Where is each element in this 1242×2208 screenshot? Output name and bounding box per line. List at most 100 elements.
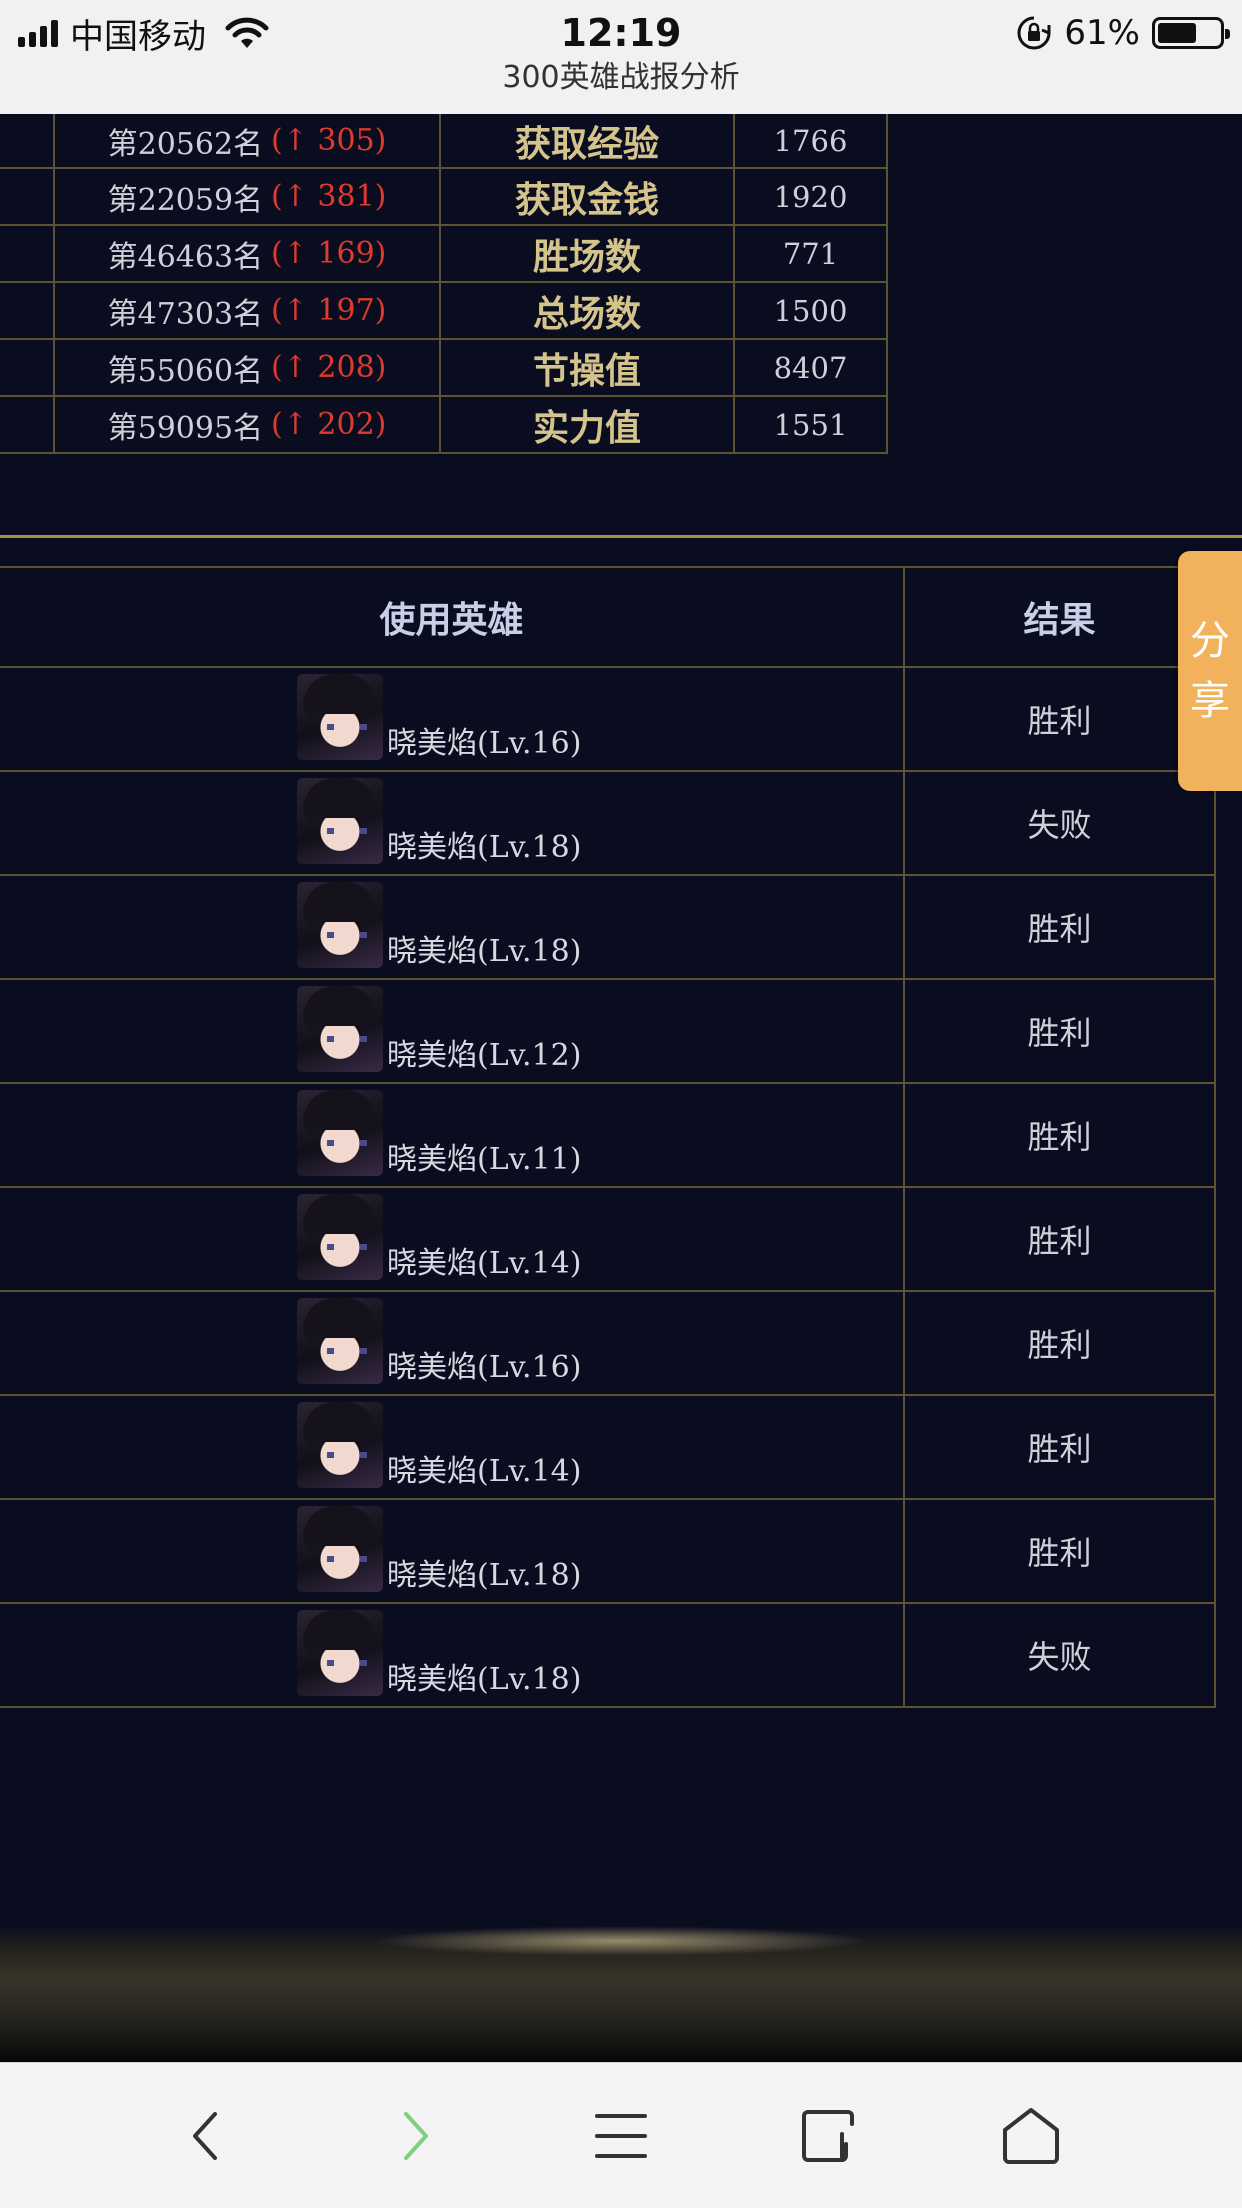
section-divider (0, 535, 1242, 538)
rank-position: 第59095名 (↑ 202) (55, 397, 441, 452)
match-row[interactable]: 晓美焰(Lv.16) 胜利 (0, 1292, 1216, 1396)
hero-name: 晓美焰(Lv.11) (387, 1142, 582, 1177)
stat-label: 获取经验 (441, 114, 735, 167)
match-row[interactable]: 晓美焰(Lv.16) 胜利 (0, 668, 1216, 772)
menu-icon (595, 2114, 647, 2158)
forward-icon (404, 2112, 428, 2160)
hero-avatar (297, 1610, 383, 1696)
hero-cell: 晓美焰(Lv.18) (0, 876, 905, 978)
hero-name: 晓美焰(Lv.18) (387, 1558, 582, 1593)
hero-cell: 晓美焰(Lv.18) (0, 1500, 905, 1602)
ranking-cell-blank (0, 226, 55, 281)
rank-text: 第55060名 (107, 353, 264, 389)
match-result: 失败 (905, 772, 1216, 874)
hero-info: 晓美焰(Lv.18) (297, 878, 581, 978)
rank-text: 第22059名 (107, 182, 264, 218)
forward-button[interactable] (369, 2091, 459, 2181)
match-result: 胜利 (905, 1396, 1216, 1498)
rank-change: (↑ 202) (271, 407, 387, 442)
match-result: 胜利 (905, 1292, 1216, 1394)
hero-cell: 晓美焰(Lv.12) (0, 980, 905, 1082)
rank-position: 第46463名 (↑ 169) (55, 226, 441, 281)
hero-avatar (297, 882, 383, 968)
rank-change: (↑ 208) (271, 350, 387, 385)
hero-info: 晓美焰(Lv.18) (297, 1606, 581, 1706)
rank-change: (↑ 381) (271, 179, 387, 214)
ranking-row: 第47303名 (↑ 197) 总场数 1500 (0, 283, 888, 340)
ranking-row: 第22059名 (↑ 381) 获取金钱 1920 (0, 169, 888, 226)
hero-name: 晓美焰(Lv.18) (387, 830, 582, 865)
hero-name: 晓美焰(Lv.16) (387, 1350, 582, 1385)
rank-change: (↑ 197) (271, 293, 387, 328)
hero-avatar (297, 1298, 383, 1384)
back-button[interactable] (162, 2091, 252, 2181)
match-row[interactable]: 晓美焰(Lv.18) 失败 (0, 1604, 1216, 1708)
battery-percent: 61% (1064, 13, 1140, 53)
match-history-table: 使用英雄 结果 晓美焰(Lv.16) 胜利 晓美焰(Lv.18) 失败 晓美焰(… (0, 566, 1216, 1708)
hero-avatar (297, 1194, 383, 1280)
ranking-table: 第20562名 (↑ 305) 获取经验 1766 第22059名 (↑ 381) … (0, 114, 888, 454)
rank-position: 第20562名 (↑ 305) (55, 114, 441, 167)
home-button[interactable] (986, 2091, 1076, 2181)
match-row[interactable]: 晓美焰(Lv.14) 胜利 (0, 1188, 1216, 1292)
hero-avatar (297, 1402, 383, 1488)
hero-avatar (297, 674, 383, 760)
hero-cell: 晓美焰(Lv.14) (0, 1396, 905, 1498)
stat-value: 1551 (735, 397, 888, 452)
match-result: 胜利 (905, 1500, 1216, 1602)
stat-value: 8407 (735, 340, 888, 395)
hero-name: 晓美焰(Lv.14) (387, 1246, 582, 1281)
share-label-1: 分 (1190, 618, 1230, 664)
share-button[interactable]: 分 享 (1178, 551, 1242, 791)
hero-avatar (297, 1090, 383, 1176)
rotation-lock-icon (1017, 16, 1051, 50)
match-result: 失败 (905, 1604, 1216, 1706)
match-result: 胜利 (905, 668, 1216, 770)
hero-name: 晓美焰(Lv.12) (387, 1038, 582, 1073)
hero-info: 晓美焰(Lv.11) (297, 1086, 581, 1186)
rank-change: (↑ 305) (271, 123, 387, 158)
match-row[interactable]: 晓美焰(Lv.12) 胜利 (0, 980, 1216, 1084)
tabs-icon (802, 2110, 854, 2162)
tabs-button[interactable] (783, 2091, 873, 2181)
rank-position: 第22059名 (↑ 381) (55, 169, 441, 224)
stat-value: 1920 (735, 169, 888, 224)
rank-position: 第55060名 (↑ 208) (55, 340, 441, 395)
match-row[interactable]: 晓美焰(Lv.18) 胜利 (0, 876, 1216, 980)
hero-name: 晓美焰(Lv.14) (387, 1454, 582, 1489)
header-result: 结果 (905, 568, 1216, 666)
ranking-row: 第55060名 (↑ 208) 节操值 8407 (0, 340, 888, 397)
hero-name: 晓美焰(Lv.16) (387, 726, 582, 761)
match-row[interactable]: 晓美焰(Lv.18) 失败 (0, 772, 1216, 876)
ranking-row: 第46463名 (↑ 169) 胜场数 771 (0, 226, 888, 283)
rank-text: 第46463名 (107, 239, 264, 275)
stat-label: 总场数 (441, 283, 735, 338)
battery-icon (1152, 17, 1230, 49)
hero-info: 晓美焰(Lv.16) (297, 1294, 581, 1394)
share-label-2: 享 (1190, 678, 1230, 724)
hero-avatar (297, 986, 383, 1072)
header-hero: 使用英雄 (0, 568, 905, 666)
match-row[interactable]: 晓美焰(Lv.18) 胜利 (0, 1500, 1216, 1604)
rank-change: (↑ 169) (271, 236, 387, 271)
hero-cell: 晓美焰(Lv.16) (0, 1292, 905, 1394)
match-table-header: 使用英雄 结果 (0, 568, 1216, 668)
match-result: 胜利 (905, 980, 1216, 1082)
rank-text: 第20562名 (107, 126, 264, 162)
stat-label: 节操值 (441, 340, 735, 395)
ranking-cell-blank (0, 169, 55, 224)
ranking-cell-blank (0, 114, 55, 167)
stat-value: 1500 (735, 283, 888, 338)
hero-name: 晓美焰(Lv.18) (387, 934, 582, 969)
match-row[interactable]: 晓美焰(Lv.11) 胜利 (0, 1084, 1216, 1188)
hero-info: 晓美焰(Lv.18) (297, 1502, 581, 1602)
menu-button[interactable] (576, 2091, 666, 2181)
match-row[interactable]: 晓美焰(Lv.14) 胜利 (0, 1396, 1216, 1500)
browser-toolbar (0, 2062, 1242, 2208)
hero-info: 晓美焰(Lv.12) (297, 982, 581, 1082)
hero-cell: 晓美焰(Lv.16) (0, 668, 905, 770)
stat-value: 771 (735, 226, 888, 281)
ranking-row: 第20562名 (↑ 305) 获取经验 1766 (0, 114, 888, 169)
status-right: 61% (1016, 8, 1230, 58)
ranking-cell-blank (0, 283, 55, 338)
